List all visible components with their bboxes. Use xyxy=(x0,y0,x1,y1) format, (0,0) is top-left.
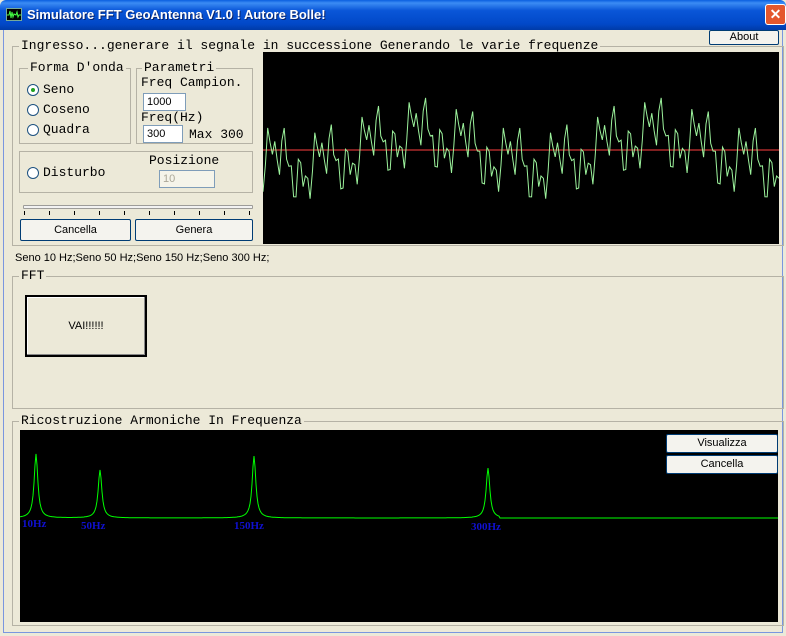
spectrum-plot: 10Hz 50Hz 150Hz 300Hz xyxy=(19,453,778,533)
close-icon: ✕ xyxy=(769,6,782,22)
signal-scope xyxy=(262,52,780,244)
signal-trace xyxy=(262,97,780,199)
run-fft-button[interactable]: VAI!!!!!! xyxy=(25,295,147,357)
radio-quadra[interactable] xyxy=(27,124,39,136)
radio-quadra-label: Quadra xyxy=(43,122,90,137)
harmonics-group: Ricostruzione Armoniche In Frequenza 10H… xyxy=(12,413,784,626)
freq-input[interactable]: 300 xyxy=(143,125,183,143)
main-window: About Ingresso...generare il segnale in … xyxy=(3,30,784,633)
cancel-spectrum-button[interactable]: Cancella xyxy=(666,455,778,474)
params-legend: Parametri xyxy=(142,60,217,75)
spectrum-trace xyxy=(19,453,778,519)
fft-legend: FFT xyxy=(19,268,47,283)
noise-group: Disturbo Posizione 10 xyxy=(19,151,253,193)
radio-seno[interactable] xyxy=(27,84,39,96)
freq-max-label: Max 300 xyxy=(189,127,244,142)
title-bar: Simulatore FFT GeoAntenna V1.0 ! Autore … xyxy=(0,0,786,30)
radio-coseno[interactable] xyxy=(27,104,39,116)
freq-label: Freq(Hz) xyxy=(141,110,204,125)
window-title: Simulatore FFT GeoAntenna V1.0 ! Autore … xyxy=(27,7,326,22)
radio-disturbo-label: Disturbo xyxy=(43,165,106,180)
signal-summary: Seno 10 Hz;Seno 50 Hz;Seno 150 Hz;Seno 3… xyxy=(15,252,270,264)
radio-seno-label: Seno xyxy=(43,82,75,97)
params-group: Parametri Freq Campion. 1000 Freq(Hz) 30… xyxy=(136,60,253,144)
peak-label-50hz: 50Hz xyxy=(81,520,106,532)
radio-coseno-label: Coseno xyxy=(43,102,90,117)
waveform-legend: Forma D'onda xyxy=(28,60,126,75)
spectrum-scope: 10Hz 50Hz 150Hz 300Hz Visualizza Cancell… xyxy=(19,430,778,622)
peak-label-300hz: 300Hz xyxy=(471,521,501,533)
close-button[interactable]: ✕ xyxy=(765,4,786,25)
position-label: Posizione xyxy=(149,153,220,168)
position-slider[interactable] xyxy=(23,205,253,209)
waveform-group: Forma D'onda Seno Coseno Quadra xyxy=(19,60,131,144)
input-group: Ingresso...generare il segnale in succes… xyxy=(12,38,784,246)
signal-waveform xyxy=(262,97,780,199)
app-waveform-icon xyxy=(6,8,22,21)
visualize-button[interactable]: Visualizza xyxy=(666,434,778,453)
input-group-legend: Ingresso...generare il segnale in succes… xyxy=(19,38,601,53)
sample-rate-label: Freq Campion. xyxy=(141,75,243,90)
harmonics-legend: Ricostruzione Armoniche In Frequenza xyxy=(19,413,304,428)
about-button[interactable]: About xyxy=(709,30,779,45)
generate-button[interactable]: Genera xyxy=(135,219,253,241)
peak-label-10hz: 10Hz xyxy=(22,518,47,530)
cancel-signal-button[interactable]: Cancella xyxy=(20,219,131,241)
fft-group: FFT VAI!!!!!! xyxy=(12,268,784,409)
radio-disturbo[interactable] xyxy=(27,167,39,179)
position-input: 10 xyxy=(159,170,215,188)
sample-rate-input[interactable]: 1000 xyxy=(143,93,186,111)
peak-label-150hz: 150Hz xyxy=(234,520,264,532)
